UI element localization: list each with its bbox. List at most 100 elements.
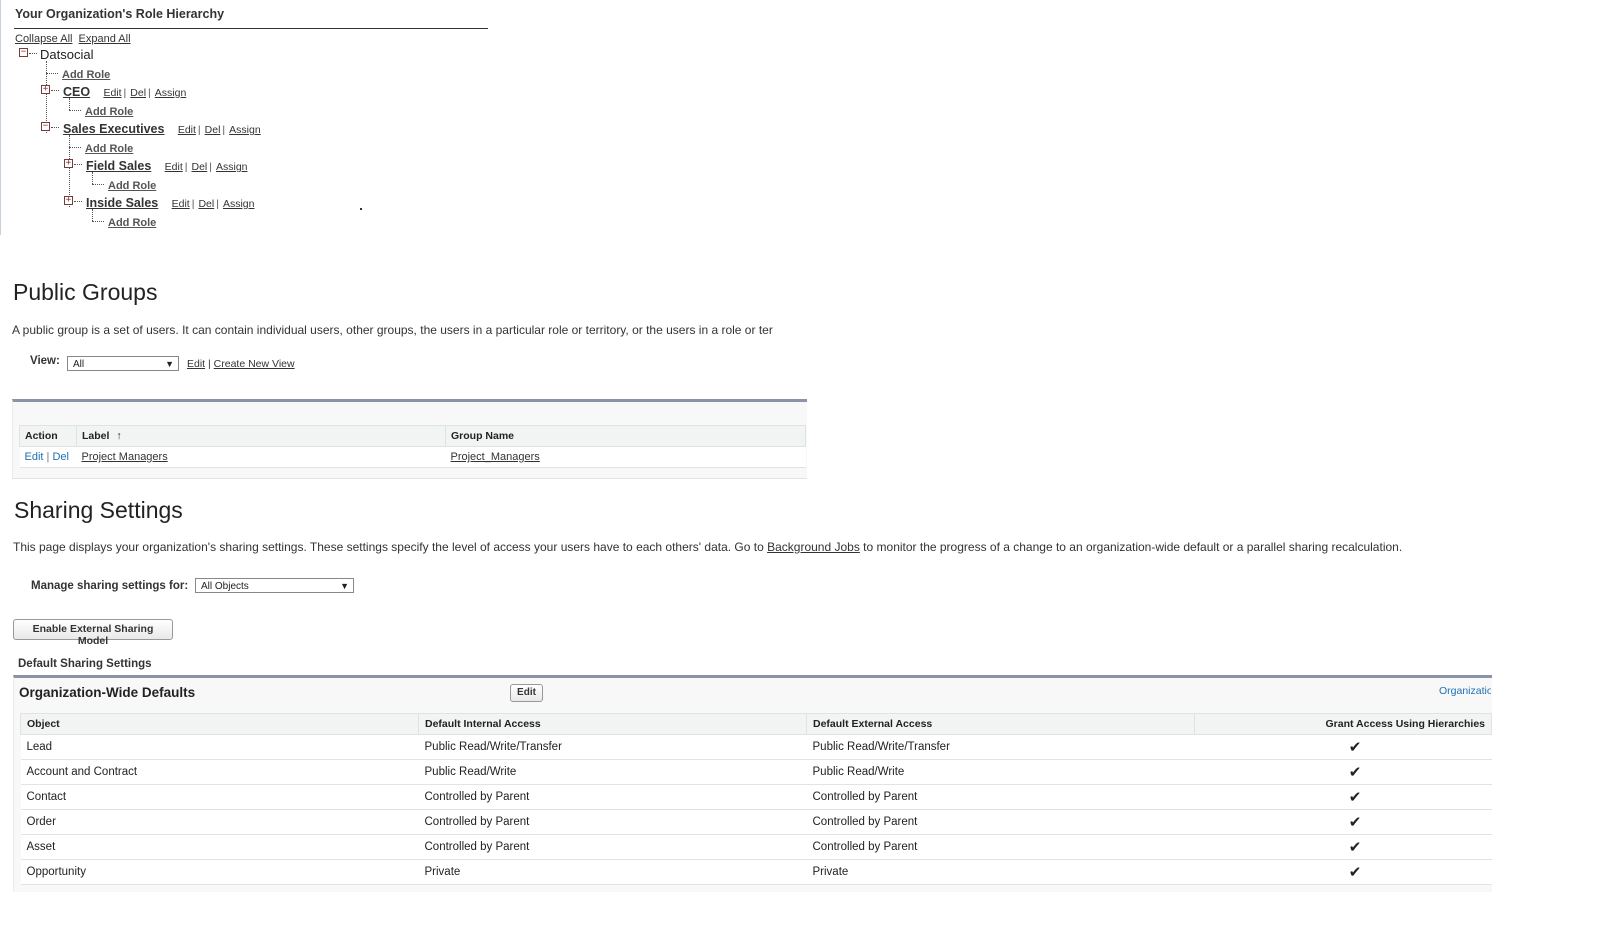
- edit-role-link[interactable]: Edit: [165, 161, 183, 173]
- tree-connector: [51, 127, 59, 128]
- role-hierarchy-title: Your Organization's Role Hierarchy: [15, 7, 225, 21]
- manage-sharing-select[interactable]: All Objects ▼: [195, 578, 354, 593]
- column-header-group-name[interactable]: Group Name: [445, 425, 806, 447]
- chevron-down-icon: ▼: [165, 359, 174, 369]
- plus-toggle-icon[interactable]: +: [41, 85, 50, 94]
- table-row: Edit | Del Project Managers Project_Mana…: [19, 446, 806, 468]
- assign-role-link[interactable]: Assign: [229, 124, 261, 136]
- checkmark-icon: ✔: [1348, 764, 1362, 781]
- table-row: Lead Public Read/Write/Transfer Public R…: [20, 734, 1492, 760]
- tree-connector: [69, 110, 81, 111]
- group-name-link[interactable]: Project_Managers: [451, 451, 540, 463]
- role-root-datsocial: Datsocial: [40, 47, 94, 62]
- minus-toggle-icon[interactable]: −: [41, 122, 50, 131]
- delete-group-link[interactable]: Del: [52, 451, 69, 463]
- tree-actions: Collapse All Expand All: [15, 33, 134, 45]
- public-groups-table: Action Label ↑ Group Name Edit | Del Pro…: [19, 425, 806, 468]
- external-access-cell: Private: [806, 859, 1195, 885]
- row-actions: Edit | Del: [19, 446, 77, 468]
- add-role-link-inside-sales[interactable]: Add Role: [108, 217, 156, 229]
- org-wide-defaults-table: Object Default Internal Access Default E…: [20, 713, 1492, 885]
- external-access-cell: Controlled by Parent: [806, 834, 1195, 860]
- internal-access-cell: Controlled by Parent: [418, 834, 807, 860]
- view-select[interactable]: All ▼: [67, 356, 179, 371]
- tree-connector: [74, 164, 82, 165]
- tree-connector: [74, 201, 82, 202]
- assign-role-link[interactable]: Assign: [155, 87, 187, 99]
- plus-toggle-icon[interactable]: +: [64, 196, 73, 205]
- owd-edit-button[interactable]: Edit: [510, 684, 543, 702]
- delete-role-link[interactable]: Del: [191, 161, 207, 173]
- manage-sharing-label: Manage sharing settings for:: [31, 580, 189, 592]
- tree-connector: [29, 53, 37, 54]
- role-ceo-actions: Edit | Del | Assign: [103, 87, 187, 99]
- tree-connector: [92, 209, 93, 221]
- title-divider: [14, 28, 488, 29]
- checkmark-icon: ✔: [1348, 739, 1362, 756]
- enable-external-sharing-button[interactable]: Enable External Sharing Model: [13, 619, 173, 647]
- group-label-link[interactable]: Project Managers: [82, 451, 168, 463]
- edit-role-link[interactable]: Edit: [178, 124, 196, 136]
- assign-role-link[interactable]: Assign: [216, 161, 248, 173]
- tree-connector: [69, 98, 70, 110]
- stray-dot: [360, 208, 362, 210]
- checkmark-icon: ✔: [1348, 814, 1362, 831]
- external-access-cell: Controlled by Parent: [806, 809, 1195, 835]
- delete-role-link[interactable]: Del: [198, 198, 214, 210]
- table-row: Contact Controlled by Parent Controlled …: [20, 784, 1492, 810]
- role-sales-executives-actions: Edit | Del | Assign: [177, 124, 261, 136]
- owd-help-link[interactable]: Organization-Wide Defaults Help: [1439, 685, 1491, 697]
- external-access-cell: Controlled by Parent: [806, 784, 1195, 810]
- public-groups-heading: Public Groups: [13, 279, 158, 305]
- role-sales-executives[interactable]: Sales Executives: [63, 122, 164, 136]
- add-role-link-ceo[interactable]: Add Role: [85, 106, 133, 118]
- checkmark-icon: ✔: [1348, 839, 1362, 856]
- role-ceo[interactable]: CEO: [63, 85, 90, 99]
- add-role-link-sales-executives[interactable]: Add Role: [85, 143, 133, 155]
- sharing-settings-heading: Sharing Settings: [14, 497, 183, 523]
- add-role-link-field-sales[interactable]: Add Role: [108, 180, 156, 192]
- role-inside-sales-actions: Edit | Del | Assign: [171, 198, 255, 210]
- tree-connector: [51, 90, 59, 91]
- object-cell: Order: [20, 809, 419, 835]
- object-cell: Contact: [20, 784, 419, 810]
- sort-ascending-icon: ↑: [116, 430, 122, 442]
- public-groups-description: A public group is a set of users. It can…: [12, 323, 773, 337]
- role-field-sales[interactable]: Field Sales: [86, 159, 151, 173]
- object-cell: Account and Contract: [20, 759, 419, 785]
- column-header-internal-access: Default Internal Access: [418, 713, 807, 735]
- view-links: Edit | Create New View: [187, 358, 295, 370]
- minus-toggle-icon[interactable]: −: [19, 48, 28, 57]
- default-sharing-settings-title: Default Sharing Settings: [18, 658, 152, 670]
- external-access-cell: Public Read/Write/Transfer: [806, 734, 1195, 760]
- edit-view-link[interactable]: Edit: [187, 358, 205, 370]
- column-header-object: Object: [20, 713, 419, 735]
- table-row: Opportunity Private Private ✔: [20, 859, 1492, 885]
- assign-role-link[interactable]: Assign: [223, 198, 255, 210]
- expand-all-link[interactable]: Expand All: [79, 33, 131, 45]
- tree-connector: [92, 184, 104, 185]
- collapse-all-link[interactable]: Collapse All: [15, 33, 72, 45]
- org-wide-defaults-title: Organization-Wide Defaults: [19, 685, 196, 700]
- delete-role-link[interactable]: Del: [205, 124, 221, 136]
- object-cell: Opportunity: [20, 859, 419, 885]
- role-inside-sales[interactable]: Inside Sales: [86, 196, 158, 210]
- plus-toggle-icon[interactable]: +: [64, 159, 73, 168]
- edit-role-link[interactable]: Edit: [103, 87, 121, 99]
- tree-connector: [69, 147, 81, 148]
- internal-access-cell: Private: [418, 859, 807, 885]
- background-jobs-link[interactable]: Background Jobs: [767, 540, 860, 554]
- edit-role-link[interactable]: Edit: [172, 198, 190, 210]
- column-header-external-access: Default External Access: [806, 713, 1195, 735]
- manage-sharing-select-value: All Objects: [201, 581, 249, 592]
- edit-group-link[interactable]: Edit: [25, 451, 44, 463]
- column-header-label[interactable]: Label ↑: [76, 425, 446, 447]
- delete-role-link[interactable]: Del: [130, 87, 146, 99]
- create-new-view-link[interactable]: Create New View: [214, 358, 295, 370]
- table-row: Asset Controlled by Parent Controlled by…: [20, 834, 1492, 860]
- tree-connector: [92, 221, 104, 222]
- object-cell: Asset: [20, 834, 419, 860]
- view-select-value: All: [73, 359, 85, 370]
- view-label: View:: [30, 355, 60, 367]
- add-role-link-root[interactable]: Add Role: [62, 69, 110, 81]
